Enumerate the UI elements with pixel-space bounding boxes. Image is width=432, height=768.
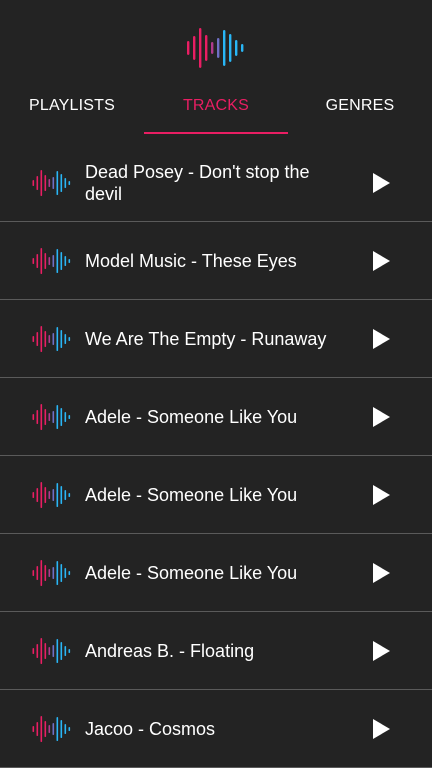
waveform-icon — [32, 247, 71, 274]
track-row[interactable]: Adele - Someone Like You — [0, 534, 432, 612]
play-icon[interactable] — [371, 718, 391, 740]
waveform-icon — [32, 481, 71, 508]
waveform-icon — [32, 715, 71, 742]
track-title: Dead Posey - Don't stop the devil — [85, 161, 310, 204]
track-title: Adele - Someone Like You — [85, 406, 298, 427]
track-title: We Are The Empty - Runaway — [85, 328, 327, 349]
play-icon[interactable] — [371, 406, 391, 428]
track-title: Adele - Someone Like You — [85, 484, 298, 505]
play-icon[interactable] — [371, 562, 391, 584]
tab-genres[interactable]: GENRES — [288, 84, 432, 134]
tab-playlists[interactable]: PLAYLISTS — [0, 84, 144, 134]
play-icon[interactable] — [371, 484, 391, 506]
waveform-icon — [32, 637, 71, 664]
track-title: Model Music - These Eyes — [85, 250, 297, 271]
track-row[interactable]: Andreas B. - Floating — [0, 612, 432, 690]
track-row[interactable]: We Are The Empty - Runaway — [0, 300, 432, 378]
track-row[interactable]: Model Music - These Eyes — [0, 222, 432, 300]
track-title: Adele - Someone Like You — [85, 562, 298, 583]
play-icon[interactable] — [371, 640, 391, 662]
track-row[interactable]: Dead Posey - Don't stop the devil — [0, 144, 432, 222]
track-row[interactable]: Jacoo - Cosmos — [0, 690, 432, 768]
tab-tracks[interactable]: TRACKS — [144, 84, 288, 134]
track-title: Jacoo - Cosmos — [85, 718, 216, 739]
tab-bar: PLAYLISTS TRACKS GENRES — [0, 84, 432, 134]
waveform-icon — [32, 169, 71, 196]
track-row[interactable]: Adele - Someone Like You — [0, 378, 432, 456]
track-list: Dead Posey - Don't stop the devil Model … — [0, 144, 432, 768]
track-title: Andreas B. - Floating — [85, 640, 255, 661]
play-icon[interactable] — [371, 250, 391, 272]
waveform-logo-icon — [187, 28, 244, 68]
tab-selected-indicator — [144, 132, 288, 134]
play-icon[interactable] — [371, 172, 391, 194]
waveform-icon — [32, 403, 71, 430]
track-row[interactable]: Adele - Someone Like You — [0, 456, 432, 534]
waveform-icon — [32, 559, 71, 586]
waveform-icon — [32, 325, 71, 352]
play-icon[interactable] — [371, 328, 391, 350]
